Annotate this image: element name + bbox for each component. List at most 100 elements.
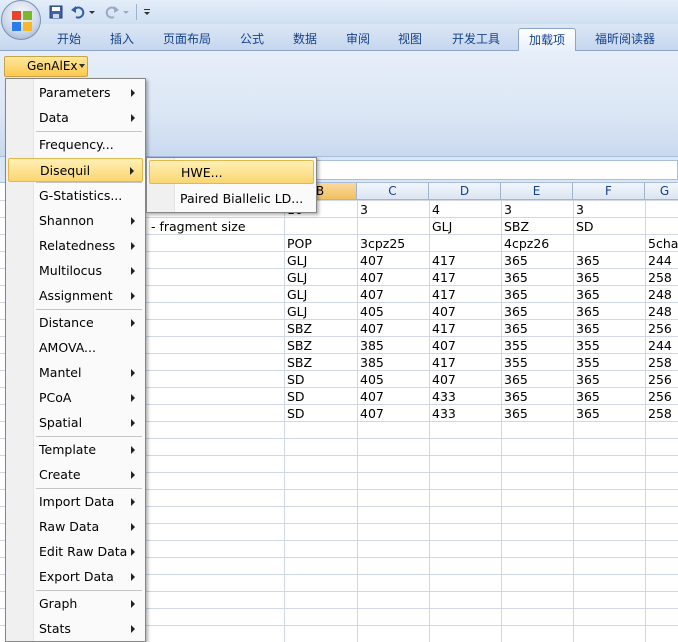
table-cell[interactable]: 3	[357, 201, 429, 218]
table-cell[interactable]: 244	[645, 337, 678, 354]
table-cell[interactable]	[357, 218, 429, 235]
tab-review[interactable]: 审阅	[335, 28, 381, 51]
table-cell[interactable]: 4cpz26	[501, 235, 573, 252]
tab-page-layout[interactable]: 页面布局	[153, 28, 221, 51]
table-cell[interactable]	[573, 235, 645, 252]
redo-icon[interactable]	[104, 4, 120, 20]
menu-item-spatial[interactable]: Spatial	[8, 411, 143, 435]
menu-item-stats[interactable]: Stats	[8, 617, 143, 641]
menu-item-relatedness[interactable]: Relatedness	[8, 234, 143, 258]
table-cell[interactable]: 433	[429, 388, 501, 405]
table-cell[interactable]: 365	[573, 388, 645, 405]
table-cell[interactable]: POP	[284, 235, 357, 252]
table-cell[interactable]: SD	[284, 405, 357, 422]
table-cell[interactable]	[645, 218, 678, 235]
table-cell[interactable]: 355	[573, 337, 645, 354]
table-cell[interactable]	[284, 218, 357, 235]
menu-item-disequil[interactable]: Disequil	[8, 158, 143, 182]
menu-item-template[interactable]: Template	[8, 438, 143, 462]
table-cell[interactable]: 256	[645, 371, 678, 388]
tab-view[interactable]: 视图	[387, 28, 433, 51]
table-cell[interactable]: GLJ	[284, 303, 357, 320]
column-header-g[interactable]: G	[645, 183, 678, 200]
table-cell[interactable]: 405	[357, 303, 429, 320]
table-cell[interactable]: 256	[645, 320, 678, 337]
tab-insert[interactable]: 插入	[99, 28, 145, 51]
table-cell[interactable]: 417	[429, 269, 501, 286]
redo-dropdown-icon[interactable]	[122, 4, 130, 20]
table-cell[interactable]: 407	[429, 303, 501, 320]
table-cell[interactable]: 407	[357, 286, 429, 303]
tab-formulas[interactable]: 公式	[229, 28, 275, 51]
table-cell[interactable]: SD	[284, 388, 357, 405]
table-cell[interactable]: 256	[645, 388, 678, 405]
table-cell[interactable]: 365	[501, 303, 573, 320]
customize-toolbar-icon[interactable]	[142, 4, 152, 20]
menu-item-parameters[interactable]: Parameters	[8, 81, 143, 105]
menu-item-frequency[interactable]: Frequency...	[8, 133, 143, 157]
table-cell[interactable]: 433	[429, 405, 501, 422]
table-cell[interactable]: 365	[501, 388, 573, 405]
menu-item-distance[interactable]: Distance	[8, 311, 143, 335]
table-cell[interactable]: 3	[501, 201, 573, 218]
table-cell[interactable]: 365	[501, 286, 573, 303]
table-cell[interactable]	[429, 235, 501, 252]
menu-item-import-data[interactable]: Import Data	[8, 490, 143, 514]
genalex-menu-button[interactable]: GenAlEx	[4, 56, 88, 77]
table-cell[interactable]: 258	[645, 269, 678, 286]
office-button[interactable]	[1, 0, 41, 40]
table-cell[interactable]: SBZ	[501, 218, 573, 235]
menu-item-edit-raw-data[interactable]: Edit Raw Data	[8, 540, 143, 564]
table-cell[interactable]: 365	[501, 252, 573, 269]
table-cell[interactable]: 365	[501, 320, 573, 337]
table-cell[interactable]: 365	[501, 269, 573, 286]
tab-data[interactable]: 数据	[282, 28, 328, 51]
menu-item-graph[interactable]: Graph	[8, 592, 143, 616]
table-cell[interactable]: 365	[573, 405, 645, 422]
menu-item-g-statistics[interactable]: G-Statistics...	[8, 184, 143, 208]
table-cell[interactable]: 244	[645, 252, 678, 269]
table-cell[interactable]: 417	[429, 320, 501, 337]
table-cell[interactable]: 417	[429, 354, 501, 371]
table-cell[interactable]: GLJ	[284, 286, 357, 303]
table-cell[interactable]: 385	[357, 337, 429, 354]
tab-foxit-reader[interactable]: 福昕阅读器	[584, 28, 666, 51]
table-cell[interactable]: 417	[429, 286, 501, 303]
table-cell[interactable]	[645, 201, 678, 218]
column-header-f[interactable]: F	[573, 183, 645, 200]
table-cell[interactable]: 365	[573, 286, 645, 303]
table-cell[interactable]: 405	[357, 371, 429, 388]
menu-item-hwe[interactable]: HWE...	[149, 160, 314, 184]
table-cell[interactable]: 407	[357, 320, 429, 337]
menu-item-create[interactable]: Create	[8, 463, 143, 487]
tab-developer[interactable]: 开发工具	[442, 28, 510, 51]
table-cell[interactable]: 355	[501, 337, 573, 354]
save-icon[interactable]	[48, 4, 64, 20]
table-cell[interactable]: GLJ	[284, 252, 357, 269]
table-cell[interactable]: 3cpz25	[357, 235, 429, 252]
table-cell[interactable]: SBZ	[284, 320, 357, 337]
fragment-size-label[interactable]: - fragment size	[148, 218, 284, 235]
table-cell[interactable]: SD	[284, 371, 357, 388]
table-cell[interactable]: 355	[501, 354, 573, 371]
menu-item-export-data[interactable]: Export Data	[8, 565, 143, 589]
table-cell[interactable]: 407	[357, 388, 429, 405]
table-cell[interactable]: 365	[573, 269, 645, 286]
table-cell[interactable]: 365	[501, 371, 573, 388]
undo-dropdown-icon[interactable]	[88, 4, 96, 20]
menu-item-data[interactable]: Data	[8, 106, 143, 130]
menu-item-assignment[interactable]: Assignment	[8, 284, 143, 308]
table-cell[interactable]: 355	[573, 354, 645, 371]
undo-icon[interactable]	[70, 4, 86, 20]
table-cell[interactable]: 407	[357, 405, 429, 422]
formula-input[interactable]	[316, 160, 678, 180]
table-cell[interactable]: 248	[645, 303, 678, 320]
table-cell[interactable]: 258	[645, 405, 678, 422]
column-header-d[interactable]: D	[429, 183, 501, 200]
table-cell[interactable]: 417	[429, 252, 501, 269]
table-cell[interactable]: 258	[645, 354, 678, 371]
menu-item-pcoa[interactable]: PCoA	[8, 386, 143, 410]
table-cell[interactable]: SBZ	[284, 354, 357, 371]
column-header-c[interactable]: C	[357, 183, 429, 200]
menu-item-amova[interactable]: AMOVA...	[8, 336, 143, 360]
